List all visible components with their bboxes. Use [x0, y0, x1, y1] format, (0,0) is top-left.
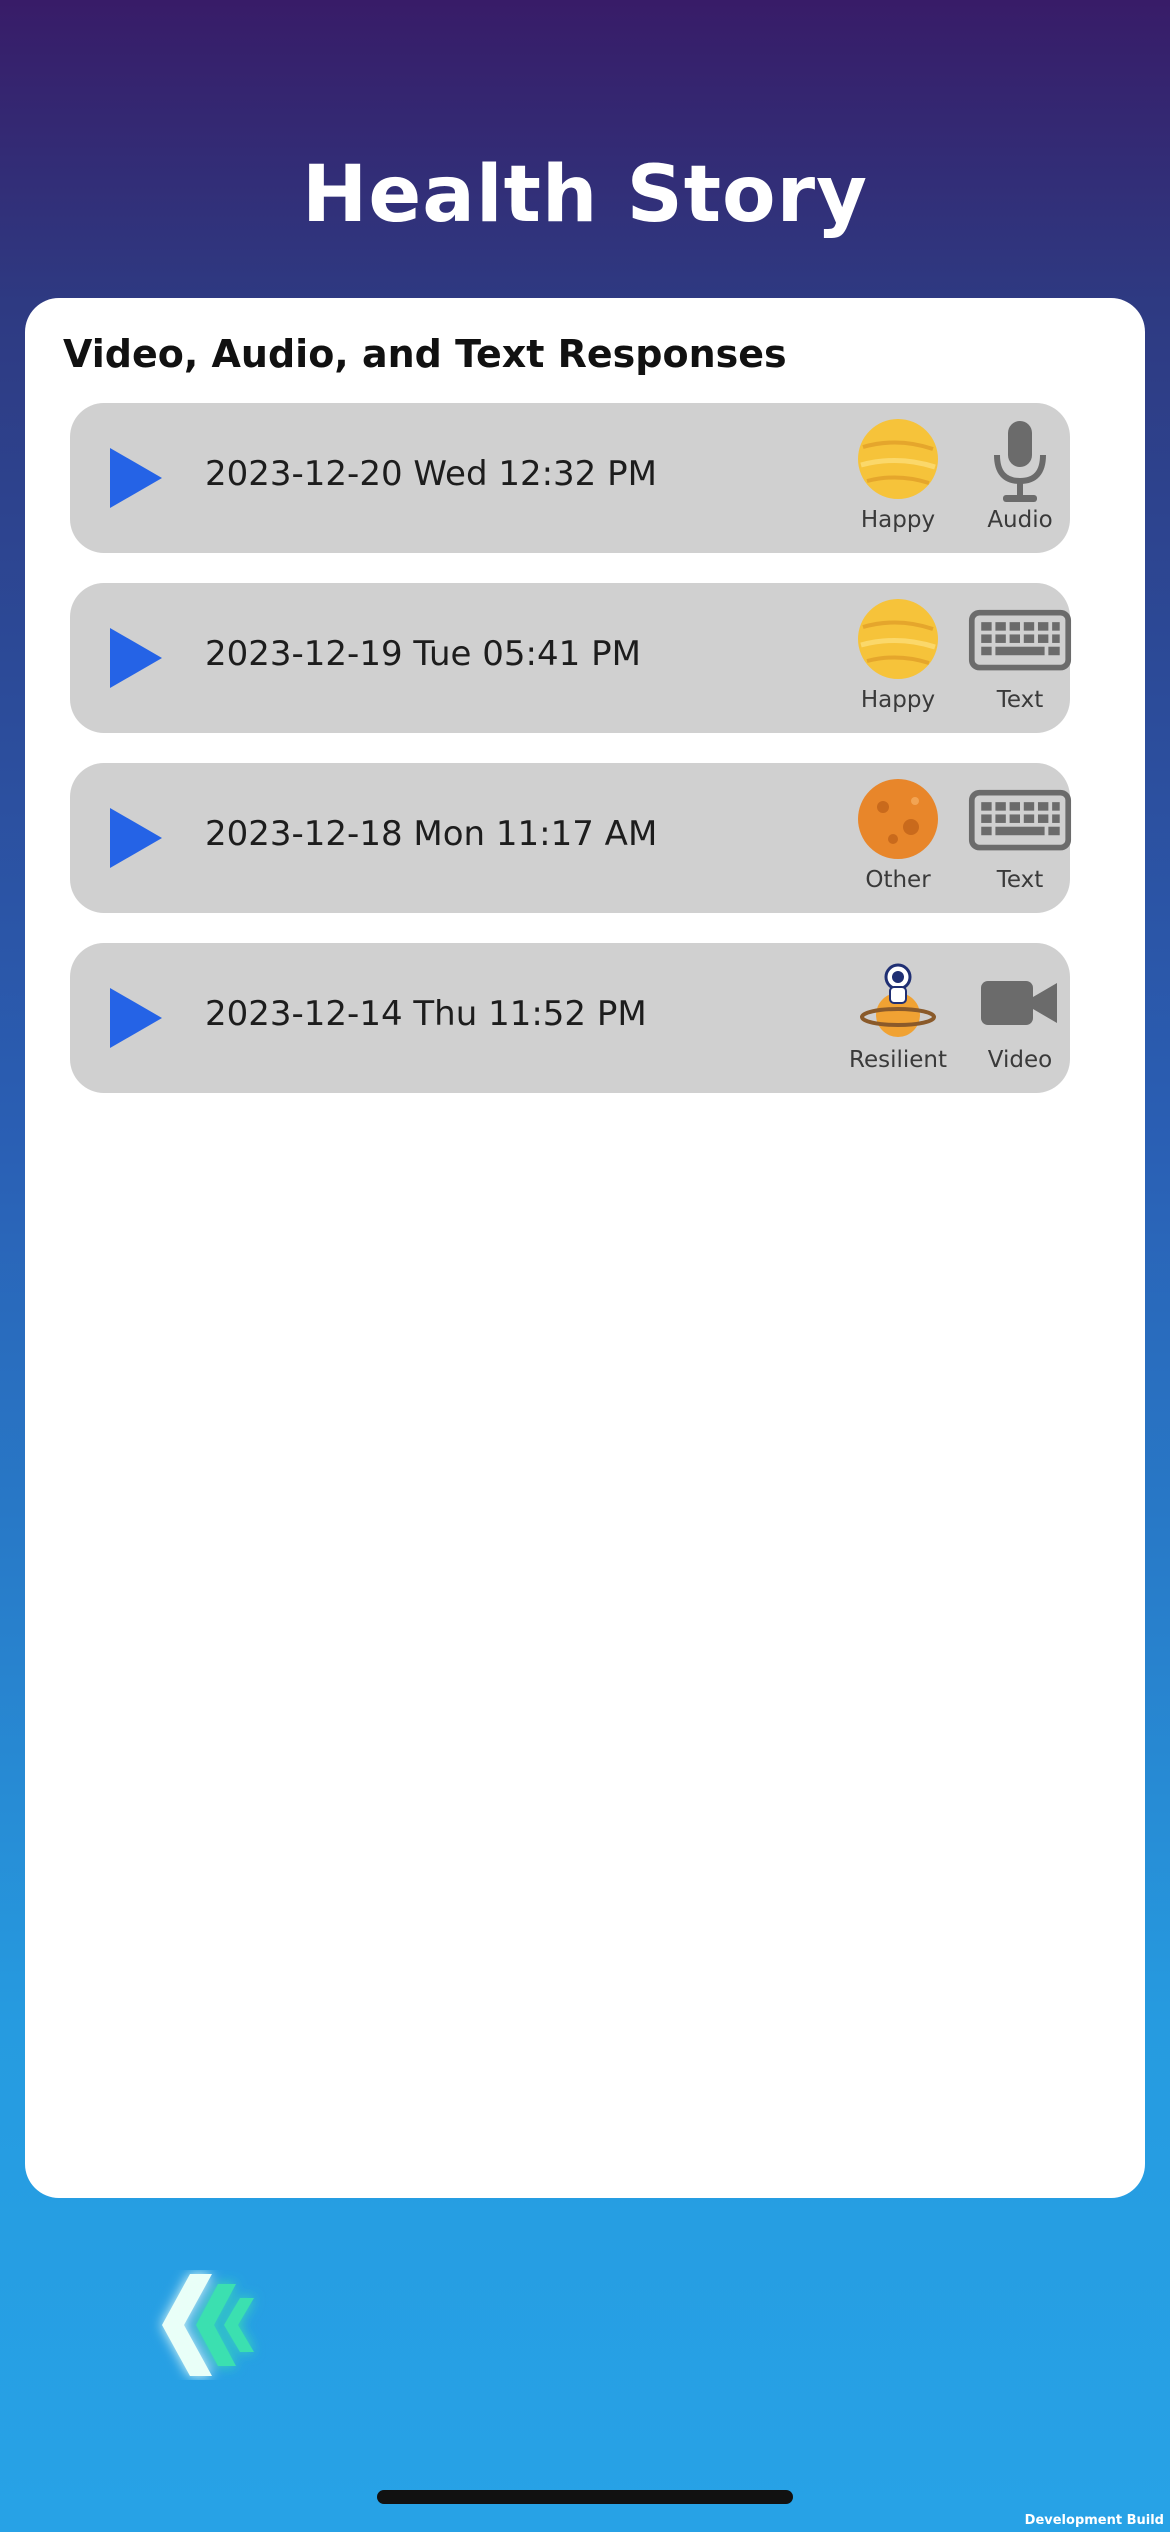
play-icon[interactable] — [108, 446, 164, 510]
response-date: 2023-12-18 Mon 11:17 AM — [205, 814, 658, 854]
response-date: 2023-12-20 Wed 12:32 PM — [205, 454, 657, 494]
response-type: Video — [960, 957, 1080, 1082]
astronaut-planet-icon — [860, 963, 936, 1037]
response-type-label: Text — [996, 867, 1044, 893]
video-camera-icon — [981, 981, 1057, 1025]
play-icon[interactable] — [108, 806, 164, 870]
section-title: Video, Audio, and Text Responses — [63, 332, 787, 376]
keyboard-icon — [968, 609, 1072, 671]
dev-build-label: Development Build — [1024, 2513, 1164, 2528]
response-row[interactable]: 2023-12-18 Mon 11:17 AM Other Text — [70, 763, 1072, 913]
mood-label: Resilient — [849, 1047, 947, 1073]
home-indicator[interactable] — [377, 2490, 793, 2504]
yellow-planet-icon — [858, 419, 938, 499]
yellow-planet-icon — [858, 599, 938, 679]
response-type-label: Video — [987, 1047, 1053, 1073]
mood-indicator: Resilient — [838, 957, 958, 1082]
mood-indicator: Happy — [838, 417, 958, 542]
page-title: Health Story — [302, 150, 868, 240]
responses-card: Video, Audio, and Text Responses 2023-12… — [25, 298, 1145, 2198]
response-type: Audio — [960, 417, 1080, 542]
play-icon[interactable] — [108, 986, 164, 1050]
mood-label: Other — [865, 867, 931, 893]
back-chevron-icon[interactable] — [140, 2270, 270, 2380]
response-date: 2023-12-19 Tue 05:41 PM — [205, 634, 641, 674]
response-row[interactable]: 2023-12-20 Wed 12:32 PM Happy Audio — [70, 403, 1070, 553]
play-icon[interactable] — [108, 626, 164, 690]
microphone-icon — [994, 421, 1046, 502]
response-date: 2023-12-14 Thu 11:52 PM — [205, 994, 647, 1034]
response-type-label: Audio — [987, 507, 1053, 533]
mood-indicator: Other — [838, 777, 958, 902]
keyboard-icon — [968, 789, 1072, 851]
mood-label: Happy — [860, 507, 936, 533]
response-type: Text — [960, 597, 1080, 722]
mood-indicator: Happy — [838, 597, 958, 722]
response-row[interactable]: 2023-12-14 Thu 11:52 PM Resilient Video — [70, 943, 1070, 1093]
response-type-label: Text — [996, 687, 1044, 713]
mood-label: Happy — [860, 687, 936, 713]
response-type: Text — [960, 777, 1080, 902]
orange-planet-icon — [858, 779, 938, 859]
response-row[interactable]: 2023-12-19 Tue 05:41 PM Happy Text — [70, 583, 1072, 733]
